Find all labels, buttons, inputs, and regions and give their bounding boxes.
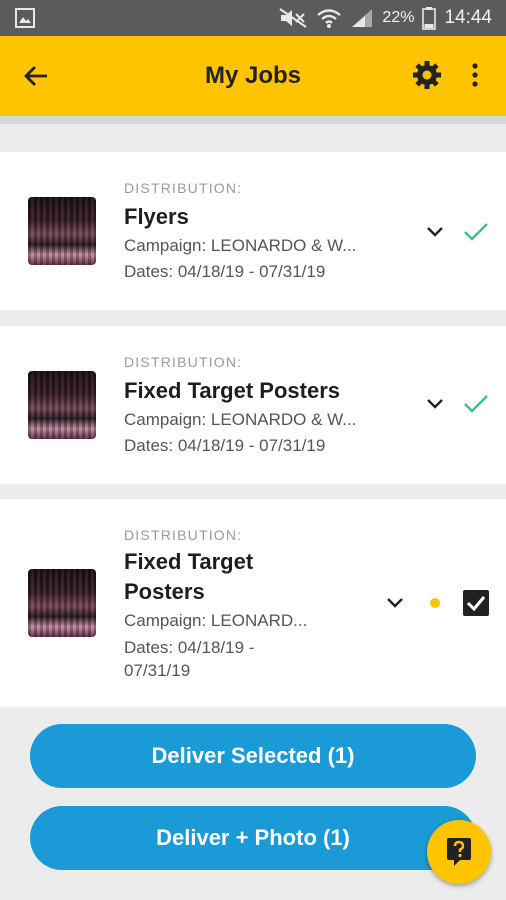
pending-dot-icon <box>430 598 440 608</box>
job-thumbnail <box>28 197 96 265</box>
job-card[interactable]: DISTRIBUTION: Fixed Target Posters Campa… <box>0 326 506 484</box>
deliver-photo-button[interactable]: Deliver + Photo (1) <box>30 806 476 870</box>
clock: 14:44 <box>444 7 492 28</box>
signal-icon <box>352 9 373 27</box>
job-category: DISTRIBUTION: <box>124 527 243 543</box>
check-icon <box>464 395 488 413</box>
job-card[interactable]: DISTRIBUTION: Flyers Campaign: LEONARDO … <box>0 152 506 310</box>
job-title-line-1: Fixed Target <box>124 549 254 574</box>
wifi-icon <box>317 9 342 28</box>
more-vertical-icon[interactable] <box>466 60 484 90</box>
check-icon <box>464 223 488 241</box>
deliver-selected-button[interactable]: Deliver Selected (1) <box>30 724 476 788</box>
status-bar: 22% 14:44 <box>0 0 506 36</box>
chevron-down-icon[interactable] <box>386 597 404 609</box>
job-category: DISTRIBUTION: <box>124 180 243 196</box>
job-thumbnail <box>28 371 96 439</box>
job-dates: Dates: 04/18/19 - 07/31/19 <box>124 436 326 455</box>
battery-icon <box>422 7 437 30</box>
job-title-line-2: Posters <box>124 579 205 604</box>
job-dates-line-1: Dates: 04/18/19 - <box>124 638 255 657</box>
job-card[interactable]: DISTRIBUTION: Fixed Target Posters Campa… <box>0 499 506 707</box>
job-campaign: Campaign: LEONARD... <box>124 611 308 630</box>
job-category: DISTRIBUTION: <box>124 354 243 370</box>
job-title: Fixed Target Posters <box>124 378 340 403</box>
gallery-notification-icon <box>15 8 35 28</box>
app-bar: My Jobs <box>0 36 506 116</box>
select-checkbox[interactable] <box>463 590 489 616</box>
gear-icon[interactable] <box>412 60 442 90</box>
job-dates: Dates: 04/18/19 - 07/31/19 <box>124 262 326 281</box>
job-campaign: Campaign: LEONARDO & W... <box>124 410 357 429</box>
help-button[interactable] <box>427 820 491 884</box>
job-campaign: Campaign: LEONARDO & W... <box>124 236 357 255</box>
mute-icon <box>279 8 307 28</box>
battery-percent: 22% <box>382 9 415 26</box>
divider <box>0 116 506 124</box>
job-title: Flyers <box>124 204 189 229</box>
job-thumbnail <box>28 569 96 637</box>
help-icon <box>447 838 471 866</box>
chevron-down-icon[interactable] <box>426 398 444 410</box>
chevron-down-icon[interactable] <box>426 226 444 238</box>
job-dates-line-2: 07/31/19 <box>124 661 191 680</box>
